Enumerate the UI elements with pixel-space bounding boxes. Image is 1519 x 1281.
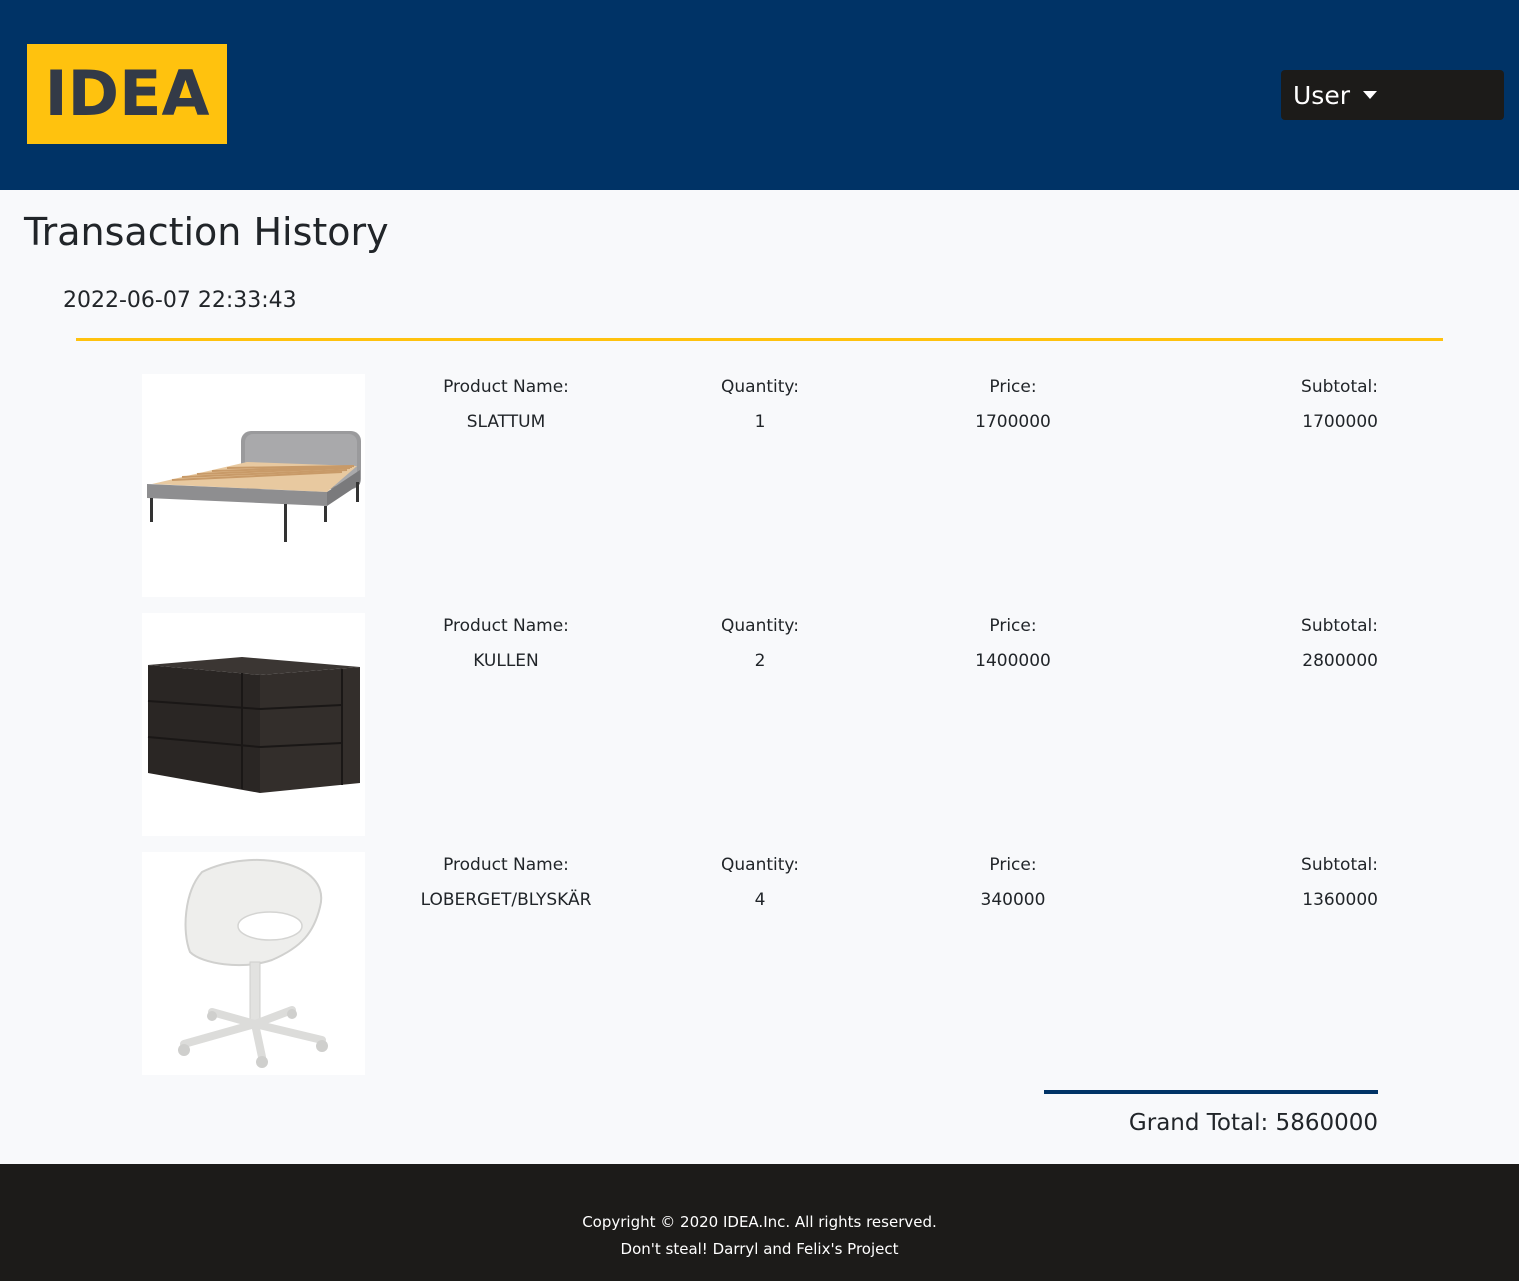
page-title: Transaction History bbox=[24, 210, 389, 254]
quantity-value: 4 bbox=[754, 890, 766, 910]
product-name-label: Product Name: bbox=[443, 616, 569, 636]
chair-image bbox=[142, 852, 365, 1075]
quantity-value: 1 bbox=[754, 412, 766, 432]
quantity-label: Quantity: bbox=[721, 855, 799, 875]
dresser-image bbox=[142, 613, 365, 836]
price-column: Price: 1400000 bbox=[933, 613, 1093, 673]
grand-total: Grand Total: 5860000 bbox=[1128, 1110, 1378, 1136]
product-name-label: Product Name: bbox=[443, 855, 569, 875]
price-value: 340000 bbox=[980, 890, 1046, 910]
subtotal-column: Subtotal: 1360000 bbox=[1278, 852, 1378, 912]
quantity-value: 2 bbox=[754, 651, 766, 671]
subtotal-label: Subtotal: bbox=[1301, 616, 1378, 636]
grand-total-divider bbox=[1044, 1090, 1378, 1094]
transaction-item: Product Name: LOBERGET/BLYSKÄR Quantity:… bbox=[0, 852, 1519, 1075]
product-name-value: SLATTUM bbox=[466, 412, 546, 432]
user-menu-label: User bbox=[1293, 80, 1350, 110]
product-name-value: LOBERGET/BLYSKÄR bbox=[420, 890, 592, 910]
product-name-label: Product Name: bbox=[443, 377, 569, 397]
subtotal-label: Subtotal: bbox=[1301, 377, 1378, 397]
caret-down-icon bbox=[1362, 91, 1377, 99]
product-name-column: Product Name: KULLEN bbox=[396, 613, 616, 673]
site-logo[interactable]: IDEA bbox=[27, 44, 227, 144]
product-name-value: KULLEN bbox=[473, 651, 539, 671]
logo-text: IDEA bbox=[44, 57, 210, 130]
transaction-date: 2022-06-07 22:33:43 bbox=[63, 288, 297, 313]
price-value: 1700000 bbox=[975, 412, 1051, 432]
subtotal-column: Subtotal: 2800000 bbox=[1278, 613, 1378, 673]
quantity-column: Quantity: 1 bbox=[680, 374, 840, 434]
subtotal-value: 1360000 bbox=[1302, 890, 1378, 910]
product-name-column: Product Name: LOBERGET/BLYSKÄR bbox=[396, 852, 616, 912]
quantity-label: Quantity: bbox=[721, 616, 799, 636]
site-header: IDEA User bbox=[0, 0, 1519, 190]
price-label: Price: bbox=[989, 855, 1037, 875]
subtotal-column: Subtotal: 1700000 bbox=[1278, 374, 1378, 434]
price-label: Price: bbox=[989, 616, 1037, 636]
user-menu-button[interactable]: User bbox=[1281, 70, 1504, 120]
price-column: Price: 1700000 bbox=[933, 374, 1093, 434]
transaction-divider bbox=[76, 338, 1443, 341]
site-footer: Copyright © 2020 IDEA.Inc. All rights re… bbox=[0, 1164, 1519, 1281]
quantity-column: Quantity: 4 bbox=[680, 852, 840, 912]
transaction-item: Product Name: KULLEN Quantity: 2 Price: … bbox=[0, 613, 1519, 836]
price-value: 1400000 bbox=[975, 651, 1051, 671]
subtotal-value: 2800000 bbox=[1302, 651, 1378, 671]
quantity-label: Quantity: bbox=[721, 377, 799, 397]
subtotal-value: 1700000 bbox=[1302, 412, 1378, 432]
footer-credit: Don't steal! Darryl and Felix's Project bbox=[620, 1240, 899, 1258]
product-name-column: Product Name: SLATTUM bbox=[396, 374, 616, 434]
footer-copyright: Copyright © 2020 IDEA.Inc. All rights re… bbox=[582, 1213, 937, 1231]
subtotal-label: Subtotal: bbox=[1301, 855, 1378, 875]
price-label: Price: bbox=[989, 377, 1037, 397]
transaction-item: Product Name: SLATTUM Quantity: 1 Price:… bbox=[0, 374, 1519, 597]
price-column: Price: 340000 bbox=[933, 852, 1093, 912]
bed-image bbox=[142, 374, 365, 597]
quantity-column: Quantity: 2 bbox=[680, 613, 840, 673]
